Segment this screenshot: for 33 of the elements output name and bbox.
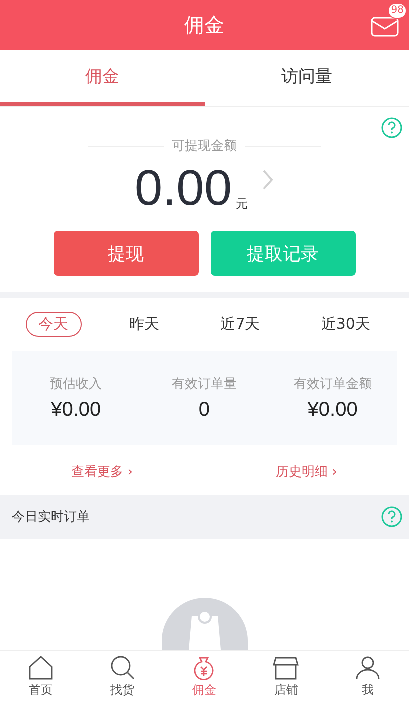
period-tab[interactable]: 今天 bbox=[26, 312, 82, 337]
store-icon bbox=[273, 656, 300, 680]
stat-label: 有效订单量 bbox=[172, 376, 237, 392]
help-icon[interactable] bbox=[381, 117, 403, 139]
period-tab[interactable]: 近7天 bbox=[208, 312, 274, 337]
balance-amount: 0.00 bbox=[134, 163, 232, 213]
section-title: 今日实时订单 bbox=[12, 509, 90, 526]
stat-value: 0 bbox=[198, 398, 210, 422]
stat-label: 预估收入 bbox=[50, 376, 102, 392]
nav-item[interactable]: 找货 bbox=[82, 651, 164, 703]
user-icon bbox=[355, 656, 382, 680]
chevron-right-icon[interactable] bbox=[262, 169, 274, 191]
period-tab[interactable]: 昨天 bbox=[116, 312, 173, 337]
help-icon[interactable] bbox=[381, 506, 403, 528]
nav-item[interactable]: 店铺 bbox=[245, 651, 328, 703]
stat-value: ¥0.00 bbox=[308, 398, 358, 422]
envelope-icon bbox=[371, 17, 399, 37]
home-icon bbox=[28, 656, 54, 680]
header-title: 佣金 bbox=[184, 12, 224, 38]
period-tab[interactable]: 近30天 bbox=[308, 312, 384, 337]
search-icon bbox=[110, 656, 136, 680]
tab[interactable]: 佣金 bbox=[0, 50, 204, 106]
more-link[interactable]: 历史明细 › bbox=[276, 463, 338, 481]
balance-label: 可提现金额 bbox=[172, 138, 237, 155]
more-link[interactable]: 查看更多 › bbox=[72, 463, 133, 481]
nav-item[interactable]: 首页 bbox=[0, 651, 82, 703]
nav-item[interactable]: 佣金 bbox=[164, 651, 246, 703]
nav-item[interactable]: 我 bbox=[327, 651, 409, 703]
stat-value: ¥0.00 bbox=[51, 398, 102, 422]
tab[interactable]: 访问量 bbox=[204, 50, 409, 106]
currency-unit: 元 bbox=[236, 196, 248, 213]
stat-label: 有效订单金额 bbox=[294, 376, 372, 392]
message-count-badge: 98 bbox=[388, 3, 407, 19]
